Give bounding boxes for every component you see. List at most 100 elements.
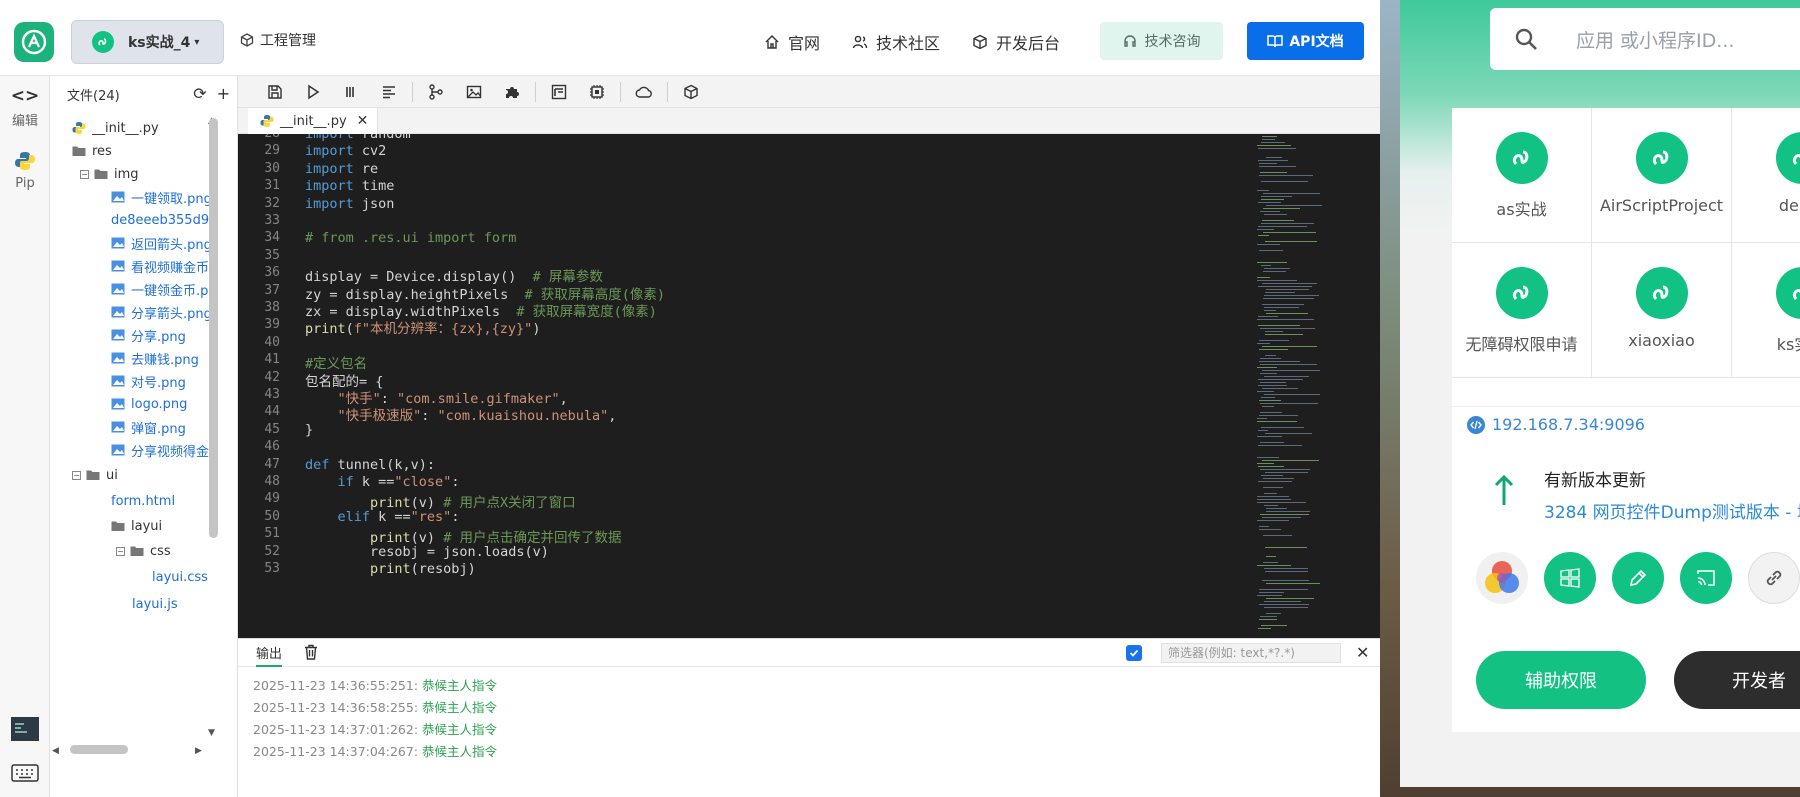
code-area[interactable]: import random import cv2 import re import t… <box>305 134 1305 638</box>
activity-keyboard[interactable] <box>0 764 50 782</box>
explorer-horizontal-scrollbar[interactable] <box>70 745 128 754</box>
package-button[interactable] <box>672 84 710 100</box>
tree-item[interactable]: form.html <box>111 489 175 513</box>
scroll-right-icon[interactable]: ▶ <box>195 746 202 756</box>
app-tile[interactable]: demo <box>1732 108 1800 243</box>
tree-item-label: 分享箭头.png <box>131 306 212 322</box>
pause-button[interactable] <box>332 84 370 100</box>
code-line: print(resobj) <box>370 561 476 577</box>
image-button[interactable] <box>455 84 493 100</box>
tab-init-py[interactable]: __init__.py ✕ <box>248 108 378 134</box>
minimap-line <box>1259 175 1313 176</box>
line-number: 34 <box>264 230 280 246</box>
link-tool[interactable] <box>1748 552 1800 604</box>
tree-item[interactable]: 分享箭头.png <box>111 300 212 324</box>
update-description[interactable]: 3284 网页控件Dump测试版本 - 增... <box>1544 498 1800 523</box>
tree-item[interactable]: 分享.png <box>111 323 186 347</box>
tree-item-label: layui.css <box>152 569 208 585</box>
node-button[interactable] <box>417 83 455 100</box>
project-selector[interactable]: ks实战_4 ▾ <box>71 20 224 64</box>
minimap-line <box>1263 478 1294 479</box>
collapse-icon[interactable]: − <box>80 169 89 179</box>
plugin-button[interactable] <box>493 84 531 100</box>
trash-icon[interactable] <box>304 644 318 664</box>
activity-edit[interactable]: <> 编辑 <box>0 86 50 129</box>
tree-folder[interactable]: layui <box>111 514 162 538</box>
minimap-line <box>1257 391 1274 392</box>
tree-folder[interactable]: − ui <box>72 463 118 487</box>
toolbar-divider <box>667 81 668 102</box>
tree-item[interactable]: logo.png <box>111 392 187 416</box>
color-picker-tool[interactable] <box>1476 552 1528 604</box>
tree-item[interactable]: de8eeeb355d90 <box>111 208 217 232</box>
collapse-icon[interactable]: − <box>116 546 125 556</box>
minimap-line <box>1257 565 1291 566</box>
tree-item[interactable]: 一键领金币.p <box>111 277 208 301</box>
tree-item[interactable]: __init__.py <box>72 116 159 140</box>
tree-item[interactable]: 对号.png <box>111 369 186 393</box>
tree-folder[interactable]: − img <box>80 162 139 186</box>
windows-tool[interactable] <box>1544 552 1596 604</box>
activity-terminal[interactable] <box>0 716 50 742</box>
tree-item[interactable]: 返回箭头.png <box>111 231 212 255</box>
collapse-icon[interactable]: − <box>72 470 81 480</box>
tree-item[interactable]: 去赚钱.png <box>111 346 199 370</box>
developer-button[interactable]: 开发者 <box>1674 651 1800 709</box>
explorer-vertical-scrollbar[interactable] <box>209 118 218 538</box>
close-tab-icon[interactable]: ✕ <box>357 113 369 129</box>
app-tile[interactable]: ks实战 <box>1732 243 1800 378</box>
tree-item[interactable]: 弹窗.png <box>111 415 186 439</box>
nav-official[interactable]: 官网 <box>764 30 820 54</box>
tree-item[interactable]: layui.css <box>152 565 208 589</box>
layout-button[interactable] <box>540 84 578 100</box>
tree-item[interactable]: 分享视频得金 <box>111 438 209 462</box>
minimap-line <box>1266 508 1287 509</box>
folder-icon <box>94 169 108 179</box>
filter-checkbox[interactable] <box>1126 645 1142 661</box>
output-tab[interactable]: 输出 <box>256 643 283 667</box>
tree-item[interactable]: layui.js <box>132 592 178 616</box>
save-button[interactable] <box>256 84 294 100</box>
app-tile[interactable]: AirScriptProject <box>1592 108 1732 243</box>
minimap-line <box>1266 205 1322 206</box>
minimap-line <box>1259 349 1288 350</box>
output-filter-input[interactable]: 筛选器(例如: text,*?.*) <box>1161 643 1341 663</box>
tree-folder[interactable]: − css <box>116 539 171 563</box>
refresh-icon[interactable]: ⟳ <box>193 84 206 103</box>
format-button[interactable] <box>370 84 408 100</box>
app-tile[interactable]: xiaoxiao <box>1592 243 1732 378</box>
chip-icon <box>590 84 604 99</box>
tree-item[interactable]: 一键领取.png <box>111 185 212 209</box>
app-tile[interactable]: as实战 <box>1452 108 1592 243</box>
app-tile[interactable]: 无障碍权限申请 <box>1452 243 1592 378</box>
consult-button[interactable]: 技术咨询 <box>1100 22 1223 60</box>
folder-icon <box>86 470 100 480</box>
nav-community[interactable]: 技术社区 <box>852 30 940 54</box>
activity-pip[interactable]: Pip <box>0 150 50 191</box>
add-icon[interactable]: + <box>217 84 230 103</box>
pen-tool[interactable] <box>1612 552 1664 604</box>
scroll-left-icon[interactable]: ◀ <box>52 746 59 756</box>
scroll-down-icon[interactable]: ▼ <box>208 728 215 738</box>
app-search-input[interactable]: 应用 或小程序ID... <box>1490 8 1800 70</box>
cloud-button[interactable] <box>625 84 663 100</box>
tree-item[interactable]: 看视频赚金币 <box>111 254 209 278</box>
code-minimap[interactable] <box>1253 134 1361 638</box>
api-doc-button[interactable]: API文档 <box>1247 22 1364 60</box>
minimap-line <box>1258 385 1287 386</box>
nav-backend[interactable]: 开发后台 <box>972 30 1060 54</box>
tree-folder[interactable]: res <box>72 139 112 163</box>
search-icon <box>1515 28 1537 50</box>
minimap-line <box>1260 442 1284 443</box>
project-manage-link[interactable]: 工程管理 <box>240 30 316 50</box>
folder-icon <box>111 521 125 531</box>
cast-tool[interactable] <box>1680 552 1732 604</box>
close-panel-icon[interactable]: ✕ <box>1356 643 1369 662</box>
accessibility-button[interactable]: 辅助权限 <box>1476 651 1646 709</box>
device-ip-bar[interactable]: 192.168.7.34:9096 <box>1452 406 1800 442</box>
app-logo[interactable] <box>14 22 54 62</box>
code-editor[interactable]: 28 2930 3132 33 3435 3637 38 3940 4142 43 4445 4647… <box>238 134 1380 638</box>
run-button[interactable] <box>294 84 332 100</box>
chip-button[interactable] <box>578 84 616 100</box>
update-notice[interactable]: 有新版本更新 3284 网页控件Dump测试版本 - 增... <box>1452 442 1800 537</box>
